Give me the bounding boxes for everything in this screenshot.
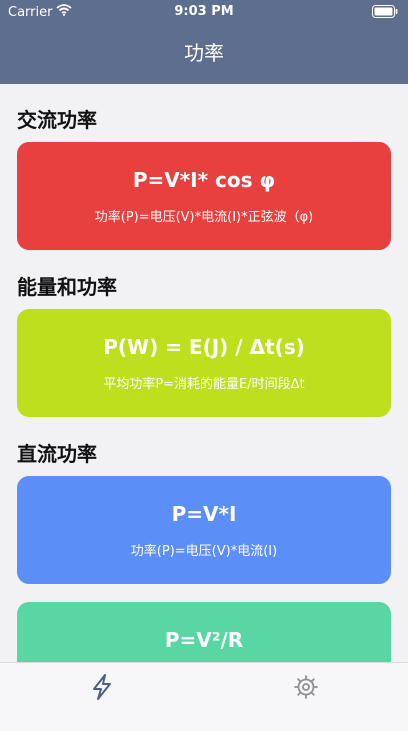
description-ac-power: 功率(P)=电压(V)*电流(I)*正弦波（φ) bbox=[94, 210, 314, 225]
lightning-icon bbox=[89, 673, 115, 705]
gear-icon bbox=[292, 673, 320, 705]
content-scroll[interactable]: 交流功率 P=V*I* cos φ 功率(P)=电压(V)*电流(I)*正弦波（… bbox=[0, 84, 408, 662]
status-time: 9:03 PM bbox=[174, 4, 234, 19]
battery-icon bbox=[372, 5, 398, 22]
card-energy-power[interactable]: P(W) = E(J) / Δt(s) 平均功率P=消耗的能量E/时间段Δt bbox=[17, 309, 391, 417]
card-ac-power[interactable]: P=V*I* cos φ 功率(P)=电压(V)*电流(I)*正弦波（φ) bbox=[17, 142, 391, 250]
card-dc-power[interactable]: P=V*I 功率(P)=电压(V)*电流(I) bbox=[17, 476, 391, 584]
formula-dc-power: P=V*I bbox=[171, 502, 237, 526]
formula-energy-power: P(W) = E(J) / Δt(s) bbox=[103, 335, 305, 359]
tab-power[interactable] bbox=[84, 671, 120, 707]
section-title-ac-power: 交流功率 bbox=[17, 108, 97, 132]
status-bar: Carrier 9:03 PM bbox=[0, 0, 408, 24]
tab-bar bbox=[0, 662, 408, 731]
description-energy-power: 平均功率P=消耗的能量E/时间段Δt bbox=[103, 377, 305, 392]
page-title: 功率 bbox=[184, 41, 224, 65]
card-resistance-power[interactable]: P=V²/R bbox=[17, 602, 391, 662]
formula-ac-power: P=V*I* cos φ bbox=[132, 168, 276, 192]
description-dc-power: 功率(P)=电压(V)*电流(I) bbox=[130, 544, 278, 559]
nav-bar: 功率 bbox=[0, 24, 408, 84]
tab-settings[interactable] bbox=[288, 671, 324, 707]
section-title-energy-power: 能量和功率 bbox=[17, 275, 117, 299]
formula-resistance-power: P=V²/R bbox=[164, 628, 244, 652]
section-title-dc-power: 直流功率 bbox=[17, 442, 97, 466]
